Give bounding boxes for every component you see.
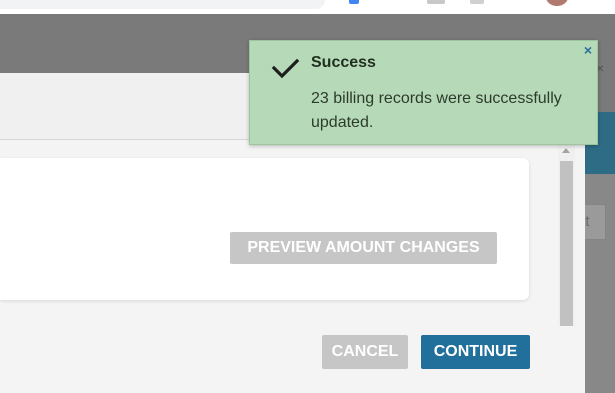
browser-toolbar (0, 0, 615, 14)
preview-amount-changes-button[interactable]: PREVIEW AMOUNT CHANGES (230, 232, 497, 264)
extension-icon[interactable] (349, 0, 359, 4)
continue-button[interactable]: CONTINUE (421, 335, 530, 369)
address-bar[interactable] (0, 0, 325, 9)
content-card: PREVIEW AMOUNT CHANGES (0, 158, 529, 300)
scrollbar-thumb[interactable] (560, 161, 573, 326)
avatar[interactable] (546, 0, 568, 6)
extension-icon[interactable] (470, 0, 484, 4)
checkmark-icon (271, 58, 300, 79)
toast-title: Success (311, 54, 376, 71)
scroll-up-arrow-icon[interactable] (562, 148, 570, 153)
toast-message: 23 billing records were successfully upd… (311, 90, 562, 131)
scrollbar[interactable] (558, 145, 575, 326)
close-icon[interactable]: × (581, 43, 595, 57)
cancel-button[interactable]: CANCEL (322, 335, 408, 369)
success-toast: Success 23 billing records were successf… (249, 40, 598, 145)
modal-body: PREVIEW AMOUNT CHANGES CANCEL CONTINUE (0, 140, 585, 393)
extension-icon[interactable] (427, 0, 445, 4)
